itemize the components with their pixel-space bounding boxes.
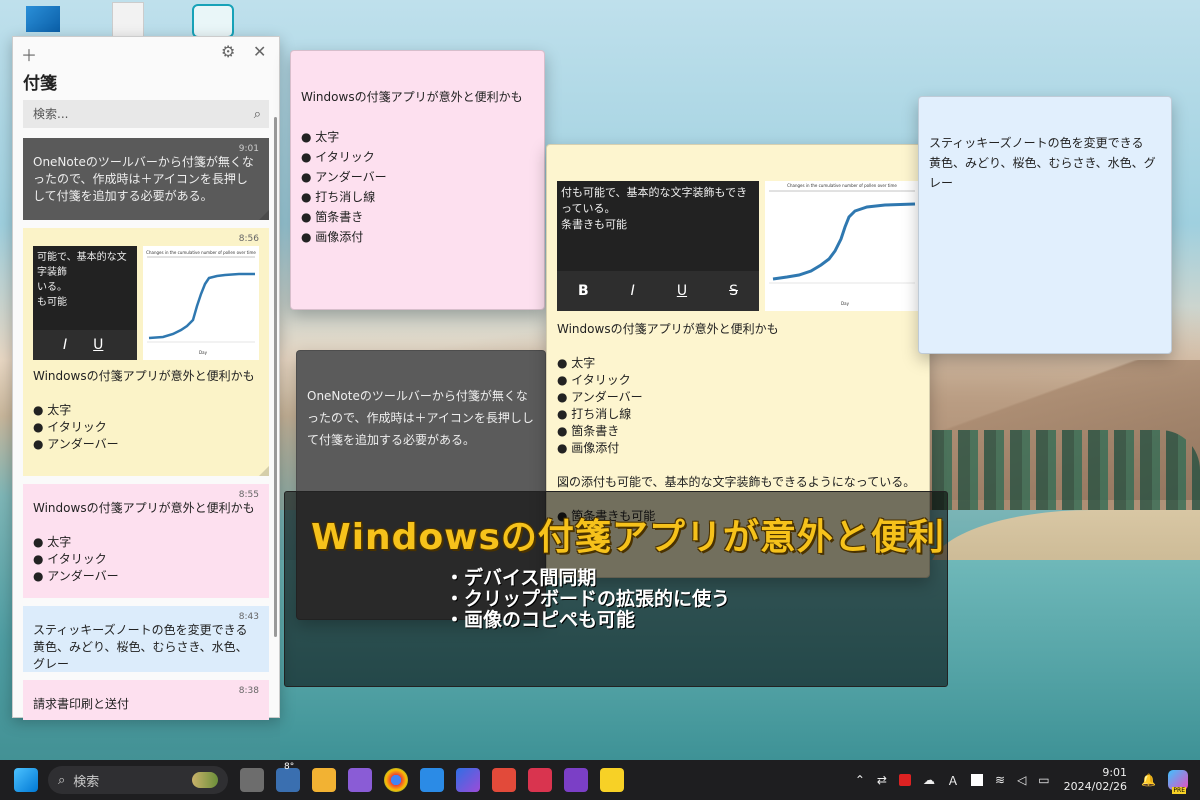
panel-title: 付箋 (23, 74, 57, 94)
sticky-image-chart: Changes in the cumulative number of poll… (765, 181, 919, 311)
note-time: 8:38 (238, 686, 259, 696)
chart-axis-label: Day (199, 350, 208, 355)
search-icon[interactable]: ⌕ (254, 107, 261, 122)
note-card-onenote[interactable]: 9:01 OneNoteのツールバーから付箋が無くなったので、作成時は＋アイコン… (23, 138, 269, 220)
italic-icon: I (630, 283, 635, 299)
strikethrough-icon: S (729, 283, 738, 299)
obsidian-icon[interactable] (348, 768, 372, 792)
settings-gear-icon[interactable]: ⚙ (221, 42, 235, 61)
desktop-icon-security[interactable] (192, 4, 234, 38)
desktop-icon-document[interactable] (112, 2, 144, 38)
note-text: Windowsの付箋アプリが意外と便利かも ● 太字 ● イタリック ● アンダ… (33, 369, 255, 451)
notepad-icon[interactable] (420, 768, 444, 792)
note-time: 9:01 (238, 144, 259, 154)
note-corner (259, 210, 269, 220)
file-explorer-icon[interactable] (312, 768, 336, 792)
note-image-snip: 可能で、基本的な文字装飾 いる。 も可能 I U (33, 246, 137, 360)
battery-icon[interactable]: ▭ (1038, 773, 1049, 787)
tray-app-red-icon[interactable] (898, 774, 911, 786)
app-purple-icon[interactable] (564, 768, 588, 792)
volume-icon[interactable]: ◁ (1017, 773, 1026, 787)
sticky-window-blue[interactable]: スティッキーズノートの色を変更できる 黄色、みどり、桜色、むらさき、水色、グレー (918, 96, 1172, 354)
chart-axis-label: Day (841, 301, 850, 306)
taskbar-search-label: 検索 (73, 774, 100, 790)
sticky-window-pink[interactable]: Windowsの付箋アプリが意外と便利かも ● 太字 ● イタリック ● アンダ… (290, 50, 545, 310)
note-image-chart: Changes in the cumulative number of poll… (143, 246, 259, 360)
italic-icon: I (63, 336, 68, 353)
chrome-icon[interactable] (384, 768, 408, 792)
add-note-icon[interactable]: ＋ (21, 42, 37, 66)
overlay-bullets: ・デバイス間同期 ・クリップボードの拡張的に使う ・画像のコピペも可能 (445, 567, 731, 631)
notification-bell-icon[interactable]: 🔔 (1141, 773, 1156, 787)
overlay-headline: Windowsの付箋アプリが意外と便利 (311, 517, 945, 558)
panel-scrollbar[interactable] (274, 117, 277, 637)
weather-icon[interactable]: 8° (276, 762, 300, 792)
chart-thumbnail: Changes in the cumulative number of poll… (146, 250, 256, 355)
search-highlight-icon (192, 772, 218, 788)
copilot-icon[interactable]: PRE (1168, 770, 1188, 794)
note-card-pink[interactable]: 8:55 Windowsの付箋アプリが意外と便利かも ● 太字 ● イタリック … (23, 484, 269, 598)
chart-caption: Changes in the cumulative number of poll… (787, 183, 897, 188)
clock-time: 9:01 (1102, 766, 1128, 779)
copilot-app-icon[interactable] (456, 768, 480, 792)
note-time: 8:55 (238, 490, 259, 500)
weather-temp: 8° (284, 762, 295, 772)
adobe-icon[interactable] (971, 774, 983, 786)
bold-icon: B (578, 283, 589, 299)
sticky-text[interactable]: OneNoteのツールバーから付箋が無くなったので、作成時は＋アイコンを長押しし… (307, 385, 535, 451)
snip-text: 付も可能で、基本的な文字装飾もできっている。 条書きも可能 (561, 186, 748, 231)
onedrive-icon[interactable]: ☁ (923, 773, 935, 787)
tray-settings-icon[interactable]: ⇄ (877, 773, 887, 787)
snip-text: 可能で、基本的な文字装飾 いる。 も可能 (37, 252, 127, 308)
note-text: OneNoteのツールバーから付箋が無くなったので、作成時は＋アイコンを長押しし… (33, 155, 254, 203)
underline-icon: U (93, 336, 104, 353)
note-text: 請求書印刷と送付 (33, 697, 130, 711)
desktop-icon-display[interactable] (26, 6, 60, 32)
sticky-notes-icon[interactable] (600, 768, 624, 792)
note-card-invoice[interactable]: 8:38 請求書印刷と送付 (23, 680, 269, 720)
chart-caption: Changes in the cumulative number of poll… (146, 250, 256, 255)
search-input[interactable] (31, 106, 254, 122)
note-corner (259, 466, 269, 476)
clock-date: 2024/02/26 (1063, 780, 1128, 793)
underline-icon: U (676, 283, 688, 299)
chart-image: Changes in the cumulative number of poll… (769, 183, 916, 306)
note-text: Windowsの付箋アプリが意外と便利かも ● 太字 ● イタリック ● アンダ… (33, 501, 255, 583)
sticky-notes-panel: ＋ ⚙ ✕ 付箋 ⌕ 9:01 OneNoteのツールバーから付箋が無くなったの… (12, 36, 280, 720)
note-card-blue[interactable]: 8:43 スティッキーズノートの色を変更できる 黄色、みどり、桜色、むらさき、水… (23, 606, 269, 672)
sticky-text[interactable]: Windowsの付箋アプリが意外と便利かも ● 太字 ● イタリック ● アンダ… (301, 87, 534, 247)
clock[interactable]: 9:01 2024/02/26 (1064, 766, 1127, 794)
taskbar: ⌕ 検索 8° ⌃ ⇄ ☁ Ａ ≋ ◁ ▭ 9:01 2024/02/26 🔔 … (0, 760, 1200, 800)
note-time: 8:43 (238, 612, 259, 622)
copilot-badge: PRE (1172, 787, 1186, 794)
chevron-up-icon[interactable]: ⌃ (855, 773, 865, 787)
sticky-image-snip: 付も可能で、基本的な文字装飾もできっている。 条書きも可能 B I U S (557, 181, 759, 311)
search-icon: ⌕ (58, 772, 66, 788)
title-overlay: Windowsの付箋アプリが意外と便利 ・デバイス間同期 ・クリップボードの拡張… (284, 491, 948, 687)
search-box[interactable]: ⌕ (23, 100, 269, 128)
note-card-with-images[interactable]: 8:56 可能で、基本的な文字装飾 いる。 も可能 I U Changes in… (23, 228, 269, 476)
xmind-icon[interactable] (492, 768, 516, 792)
close-icon[interactable]: ✕ (253, 42, 266, 61)
taskbar-search[interactable]: ⌕ 検索 (48, 766, 228, 794)
wifi-icon[interactable]: ≋ (995, 773, 1005, 787)
note-time: 8:56 (238, 234, 259, 244)
tray-a-icon[interactable]: Ａ (947, 772, 959, 789)
note-text: スティッキーズノートの色を変更できる 黄色、みどり、桜色、むらさき、水色、グレー (33, 623, 248, 671)
affinity-icon[interactable] (528, 768, 552, 792)
system-tray: ⌃ ⇄ ☁ Ａ ≋ ◁ ▭ 9:01 2024/02/26 🔔 PRE (849, 760, 1200, 800)
task-view-icon[interactable] (240, 768, 264, 792)
sticky-text[interactable]: スティッキーズノートの色を変更できる 黄色、みどり、桜色、むらさき、水色、グレー (929, 133, 1161, 193)
start-windows-icon[interactable] (14, 768, 38, 792)
